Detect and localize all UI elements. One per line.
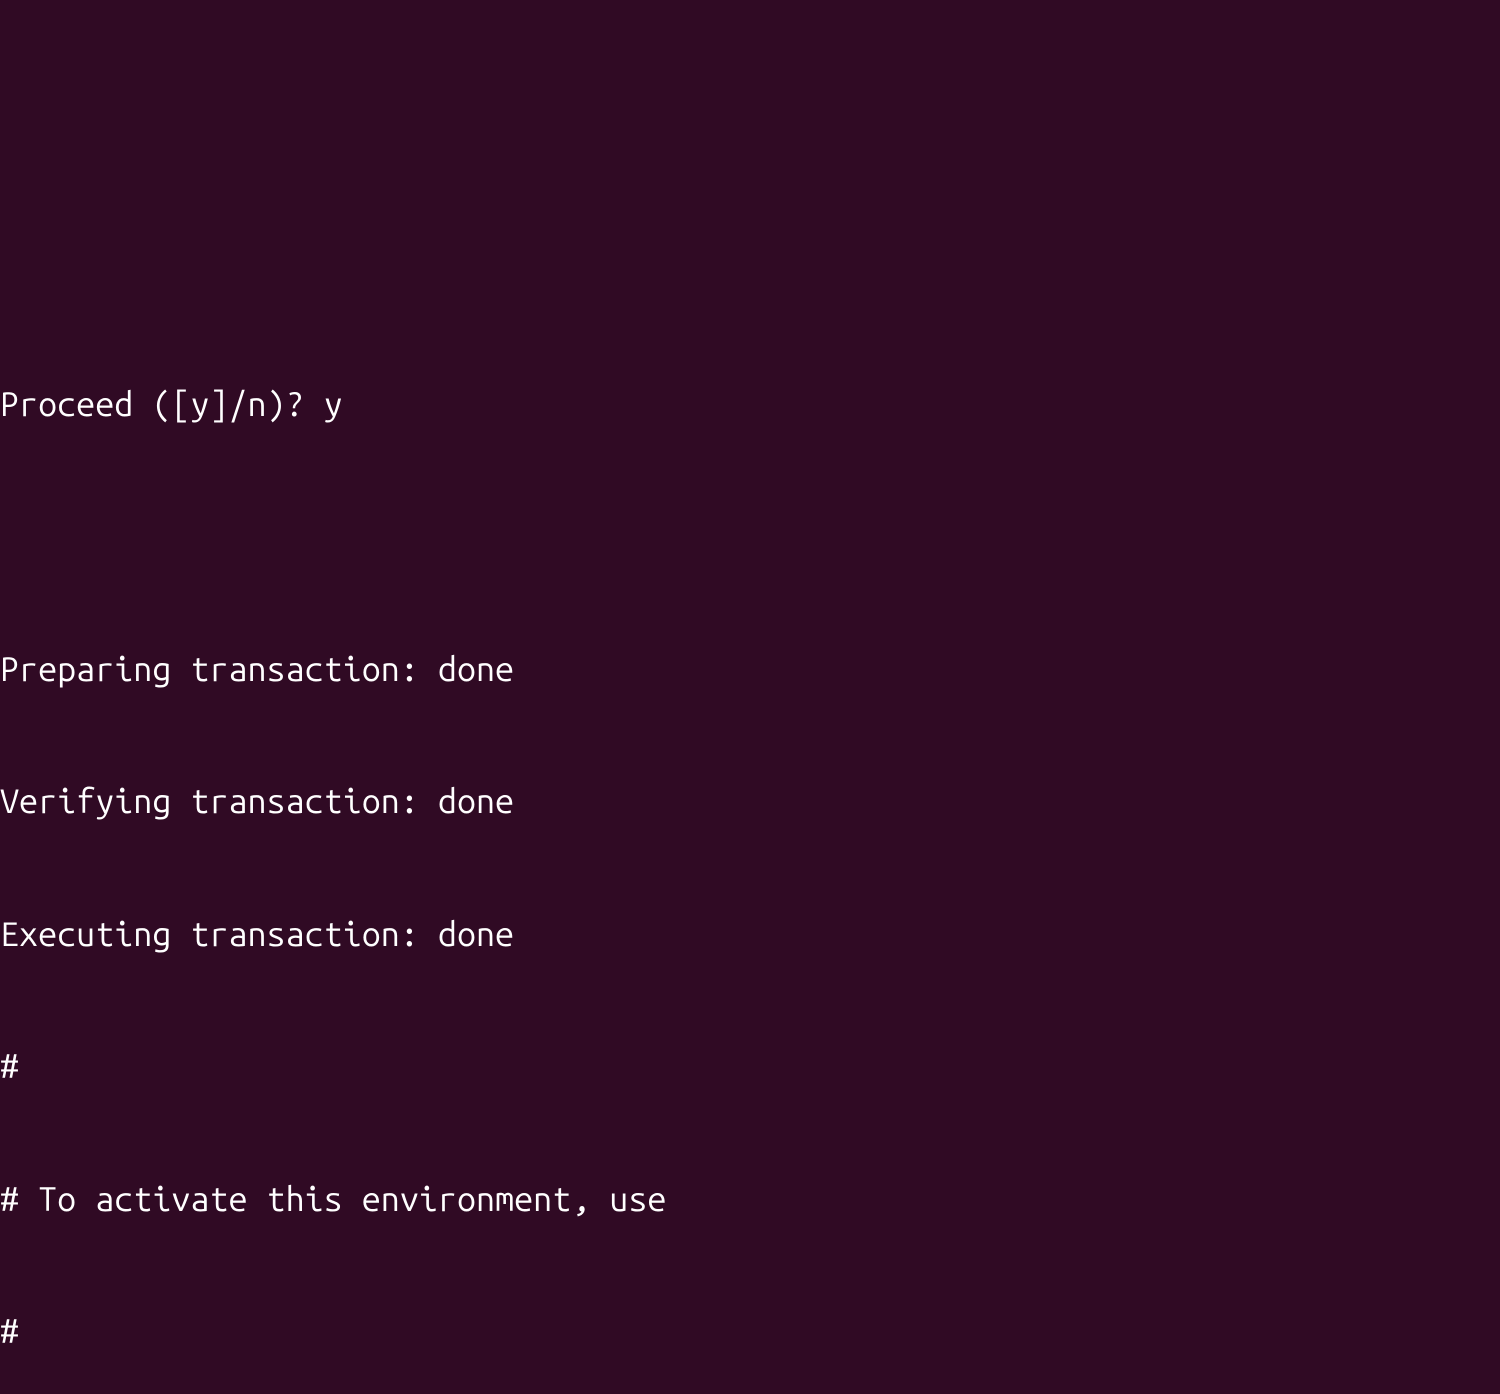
output-line: Preparing transaction: done — [0, 647, 1500, 691]
output-line: Executing transaction: done — [0, 912, 1500, 956]
terminal-window[interactable]: Proceed ([y]/n)? y Preparing transaction… — [0, 177, 1500, 1394]
output-line: Proceed ([y]/n)? y — [0, 382, 1500, 426]
output-line: # — [0, 1309, 1500, 1353]
terminal-output: Proceed ([y]/n)? y Preparing transaction… — [0, 293, 1500, 1394]
output-line: Verifying transaction: done — [0, 779, 1500, 823]
output-line — [0, 514, 1500, 558]
output-line: # To activate this environment, use — [0, 1177, 1500, 1221]
output-line: # — [0, 1044, 1500, 1088]
